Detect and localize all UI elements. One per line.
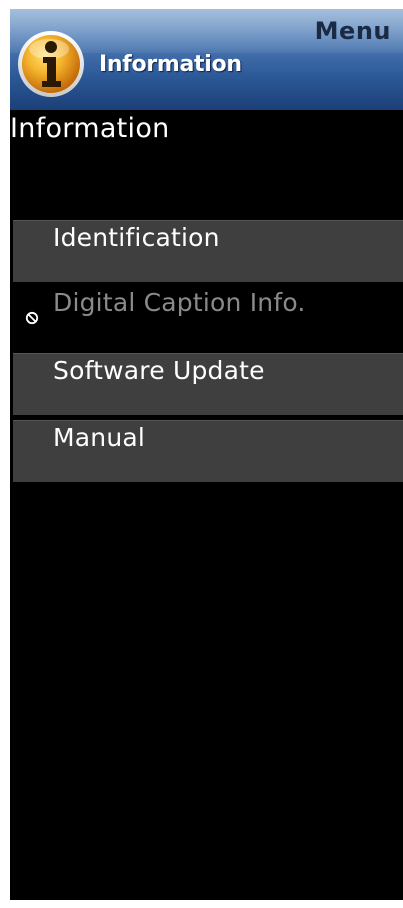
menu-label: Menu [314,17,391,45]
menu-item-label: Manual [53,423,146,452]
menu-item-manual[interactable]: Manual [13,420,403,482]
menu-item-label: Software Update [53,356,265,385]
menu-item-software-update[interactable]: Software Update [13,353,403,415]
info-icon [18,31,84,97]
menu-item-digital-caption-info: Digital Caption Info. [13,286,403,348]
disabled-icon [25,311,39,325]
menu-item-label: Identification [53,223,220,252]
menu-item-label: Digital Caption Info. [53,288,306,317]
header-title: Information [99,52,242,77]
page-title: Information [10,113,170,144]
menu-item-identification[interactable]: Identification [13,220,403,282]
tv-menu-screen: Menu Information Information Identificat… [10,9,403,900]
menu-header: Menu Information [10,9,403,110]
